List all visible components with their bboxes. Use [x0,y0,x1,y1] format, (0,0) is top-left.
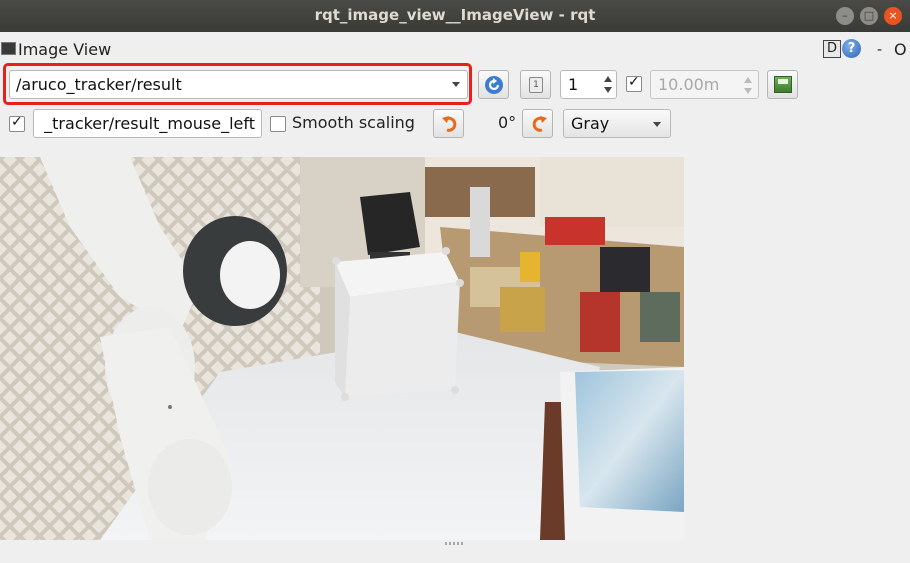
close-icon[interactable]: × [884,7,902,25]
spin-down-icon[interactable] [604,87,612,93]
zoom-spinbox[interactable]: 1 [560,70,617,99]
rotate-left-icon [442,116,457,132]
rate-checkbox[interactable]: ✓ [626,74,642,92]
mouse-topic-value: _tracker/result_mouse_left [44,114,255,133]
maximize-icon[interactable]: □ [860,7,878,25]
spin-down-icon [744,88,752,94]
dock-title-label: Image View [18,40,112,59]
rotate-right-button[interactable] [522,109,553,138]
refresh-icon [485,76,503,94]
smooth-scaling-label: Smooth scaling [292,113,415,132]
save-image-button[interactable] [767,70,798,99]
color-scheme-value: Gray [571,114,610,133]
dock-widget-icon [1,42,16,55]
topic-select[interactable]: /aruco_tracker/result [9,70,468,99]
camera-image-drawing [0,157,684,540]
camera-image[interactable] [0,157,684,540]
chevron-down-icon [653,122,661,127]
check-icon: ✓ [11,114,23,130]
spin-up-icon[interactable] [604,76,612,82]
title-bar: rqt_image_view__ImageView - rqt – □ × [0,0,910,32]
dock-minimize-button[interactable]: - [877,42,882,58]
rotate-right-icon [532,116,547,132]
main-client: Image View D ? - O /aruco_tracker/result… [0,32,910,563]
refresh-topics-button[interactable] [478,70,509,99]
chevron-down-icon [452,82,460,87]
minimize-icon[interactable]: – [836,7,854,25]
window-title: rqt_image_view__ImageView - rqt [314,6,596,24]
resize-grip[interactable] [445,542,465,545]
zoom-icon: 1 [529,77,543,93]
smooth-scaling-checkbox[interactable] [270,116,286,132]
spin-up-icon [744,77,752,83]
help-icon[interactable]: ? [842,39,861,58]
color-scheme-select[interactable]: Gray [563,109,671,138]
zoom-1-button[interactable]: 1 [520,70,551,99]
rate-spinbox[interactable]: 10.00m [650,70,759,99]
dock-close-button[interactable]: O [894,40,907,59]
dock-d-button[interactable]: D [823,40,841,58]
rotation-label: 0° [498,113,517,132]
topic-select-value: /aruco_tracker/result [16,75,182,94]
zoom-value: 1 [568,75,579,94]
check-icon: ✓ [628,74,640,90]
mouse-topic-input[interactable]: _tracker/result_mouse_left [33,109,262,138]
rate-value: 10.00m [658,75,720,94]
save-icon [774,76,792,93]
rotate-left-button[interactable] [433,109,464,138]
publish-mouse-checkbox[interactable]: ✓ [9,114,25,132]
